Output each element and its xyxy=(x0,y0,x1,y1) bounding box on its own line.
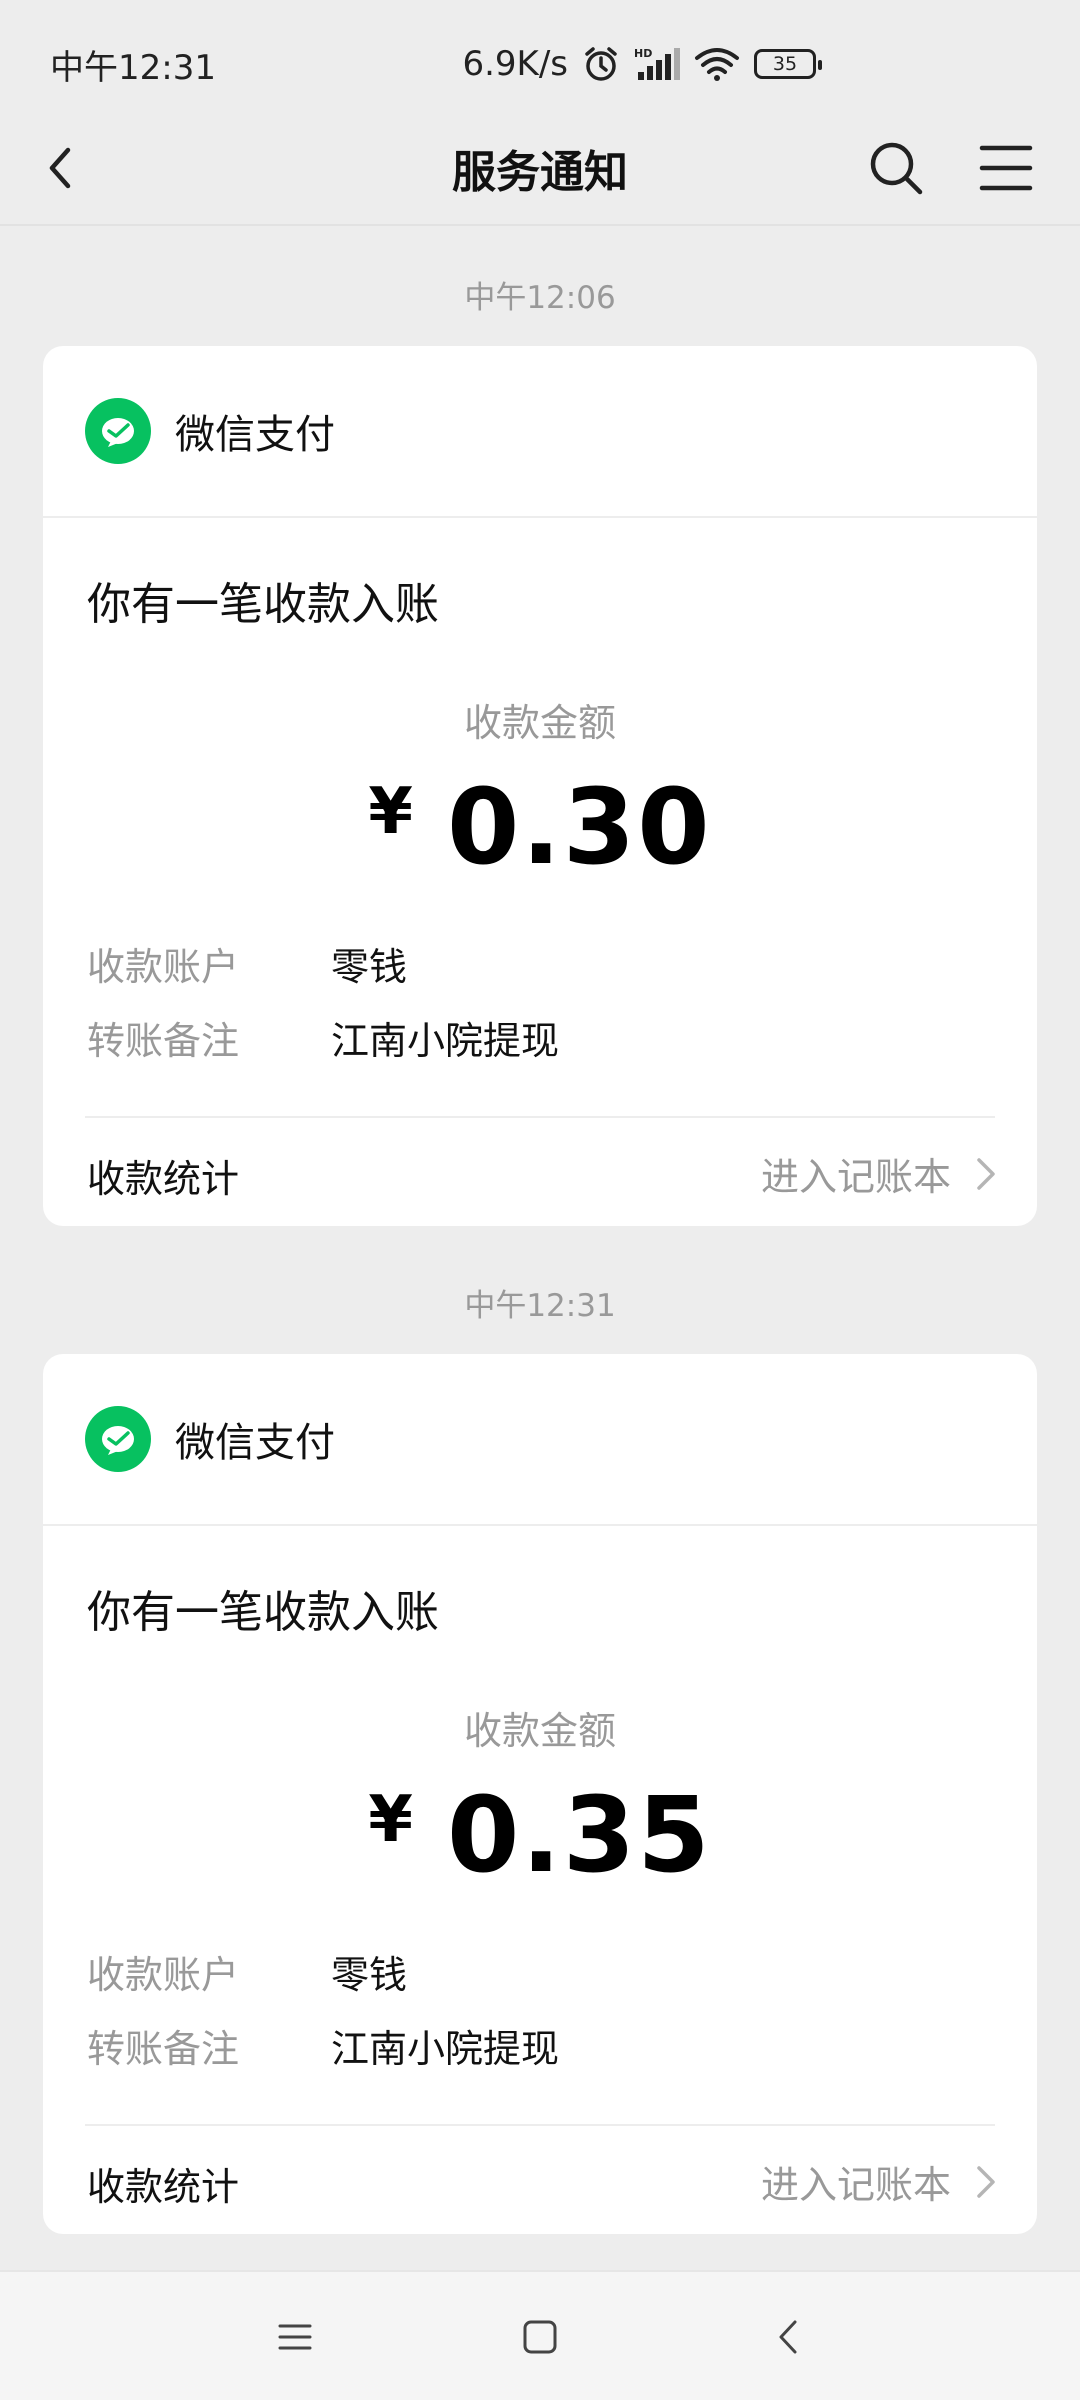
card-title: 你有一笔收款入账 xyxy=(87,1587,439,1638)
card-source-name: 微信支付 xyxy=(175,1420,335,1466)
detail-key: 收款账户 xyxy=(87,945,240,989)
detail-key: 转账备注 xyxy=(87,1019,240,1063)
amount-label: 收款金额 xyxy=(463,701,616,745)
search-icon[interactable] xyxy=(866,138,926,198)
wechat-pay-logo-icon xyxy=(85,398,151,464)
cellular-signal-icon: HD xyxy=(634,47,680,80)
status-bar: 中午12:31 6.9K/s HD 35 xyxy=(0,0,1080,128)
amount-label: 收款金额 xyxy=(463,1709,616,1753)
wechat-pay-logo-icon xyxy=(85,1406,151,1472)
chevron-right-icon xyxy=(977,2165,995,2198)
home-icon[interactable] xyxy=(515,2312,565,2362)
system-navigation-bar xyxy=(0,2270,1080,2400)
card-divider xyxy=(85,2124,995,2126)
nav-divider xyxy=(0,224,1080,226)
network-speed: 6.9K/s xyxy=(462,44,568,84)
system-back-icon[interactable] xyxy=(765,2312,815,2362)
detail-row: 收款账户 零钱 xyxy=(87,1944,407,1999)
battery-level: 35 xyxy=(772,53,798,75)
card-divider xyxy=(85,1116,995,1118)
status-time: 中午12:31 xyxy=(50,47,216,88)
detail-value: 江南小院提现 xyxy=(331,1019,560,1063)
card-header: 微信支付 xyxy=(43,346,1037,518)
back-icon[interactable] xyxy=(34,140,90,196)
detail-row: 转账备注 江南小院提现 xyxy=(87,2018,559,2073)
nav-bar: 服务通知 xyxy=(0,112,1080,224)
payment-notification-card[interactable]: 微信支付 你有一笔收款入账 收款金额 ¥0.30 收款账户 零钱 转账备注 江南… xyxy=(43,346,1037,1226)
amount: ¥0.35 xyxy=(43,1774,1037,1896)
message-time: 中午12:06 xyxy=(464,280,616,316)
detail-row: 收款账户 零钱 xyxy=(87,936,407,991)
currency-symbol: ¥ xyxy=(368,1783,413,1857)
detail-row: 转账备注 江南小院提现 xyxy=(87,1010,559,1065)
page-title: 服务通知 xyxy=(452,147,628,198)
amount-value: 0.30 xyxy=(446,766,712,888)
open-ledger-link[interactable]: 进入记账本 xyxy=(761,1146,997,1201)
amount: ¥0.30 xyxy=(43,766,1037,888)
detail-value: 零钱 xyxy=(331,1953,408,1997)
card-header: 微信支付 xyxy=(43,1354,1037,1526)
detail-value: 江南小院提现 xyxy=(331,2027,560,2071)
wifi-icon xyxy=(695,48,739,81)
collection-stats-label[interactable]: 收款统计 xyxy=(87,1148,239,1203)
detail-key: 收款账户 xyxy=(87,1953,240,1997)
open-ledger-label: 进入记账本 xyxy=(760,1155,951,1199)
payment-notification-card[interactable]: 微信支付 你有一笔收款入账 收款金额 ¥0.35 收款账户 零钱 转账备注 江南… xyxy=(43,1354,1037,2234)
recent-apps-icon[interactable] xyxy=(270,2312,320,2362)
amount-value: 0.35 xyxy=(446,1774,712,1896)
svg-text:HD: HD xyxy=(634,47,652,60)
menu-icon[interactable] xyxy=(976,138,1036,198)
detail-key: 转账备注 xyxy=(87,2027,240,2071)
currency-symbol: ¥ xyxy=(368,775,413,849)
chevron-right-icon xyxy=(977,1157,995,1190)
message-time: 中午12:31 xyxy=(464,1288,616,1324)
battery-icon: 35 xyxy=(754,49,822,79)
card-title: 你有一笔收款入账 xyxy=(87,579,439,630)
alarm-icon xyxy=(585,47,617,81)
collection-stats-label[interactable]: 收款统计 xyxy=(87,2156,239,2211)
open-ledger-label: 进入记账本 xyxy=(760,2163,951,2207)
open-ledger-link[interactable]: 进入记账本 xyxy=(761,2154,997,2209)
status-indicators: 6.9K/s HD 35 xyxy=(462,44,822,84)
detail-value: 零钱 xyxy=(331,945,408,989)
card-source-name: 微信支付 xyxy=(175,412,335,458)
